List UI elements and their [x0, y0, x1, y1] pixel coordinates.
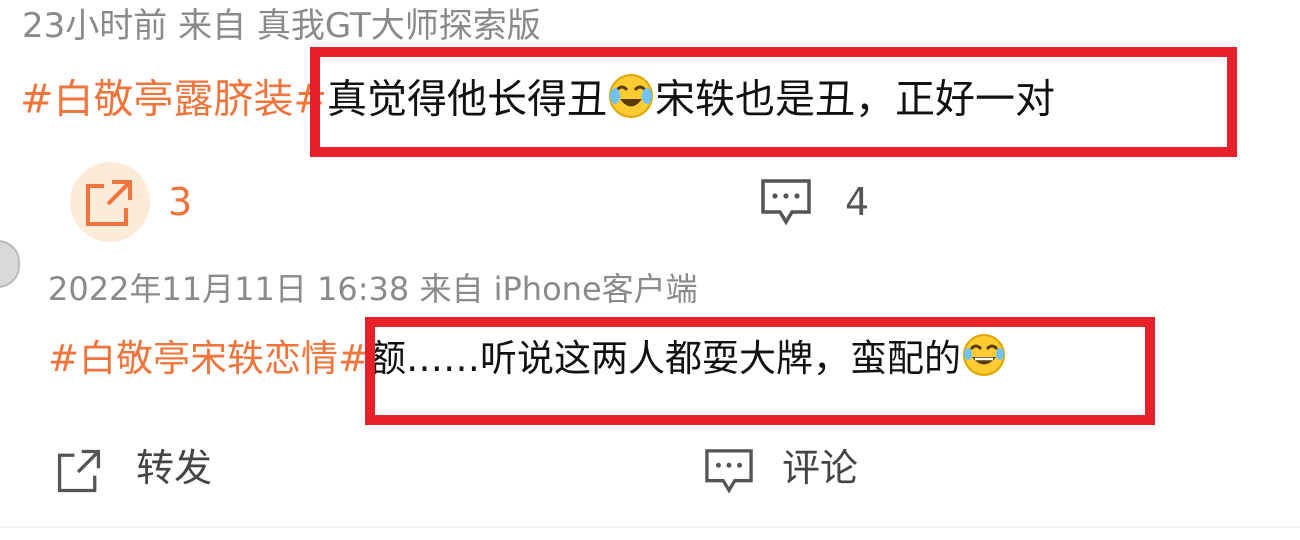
post2-meta: 2022年11月11日 16:38 来自 iPhone客户端 [48, 270, 698, 308]
post1-repost-count: 3 [168, 180, 193, 224]
post2-highlight-box [365, 317, 1155, 425]
post1-comment-count: 4 [845, 180, 870, 224]
share-icon [82, 180, 136, 234]
post2-repost-button[interactable] [54, 446, 104, 500]
post2-comment-button[interactable] [704, 448, 754, 500]
post1-repost-button[interactable] [82, 176, 136, 234]
bottom-divider [0, 526, 1300, 528]
post1-hashtag[interactable]: #白敬亭露脐装# [20, 77, 327, 123]
avatar[interactable] [0, 240, 20, 288]
share-icon [54, 449, 104, 500]
post2-repost-label[interactable]: 转发 [136, 446, 212, 490]
post2-comment-label[interactable]: 评论 [782, 446, 858, 490]
comment-icon [704, 449, 754, 500]
post1-comment-button[interactable] [760, 178, 812, 232]
post1-meta: 23小时前 来自 真我GT大师探索版 [22, 6, 541, 46]
comment-icon [760, 179, 812, 232]
post1-highlight-box [310, 47, 1237, 157]
post2-hashtag[interactable]: #白敬亭宋轶恋情# [48, 337, 369, 380]
